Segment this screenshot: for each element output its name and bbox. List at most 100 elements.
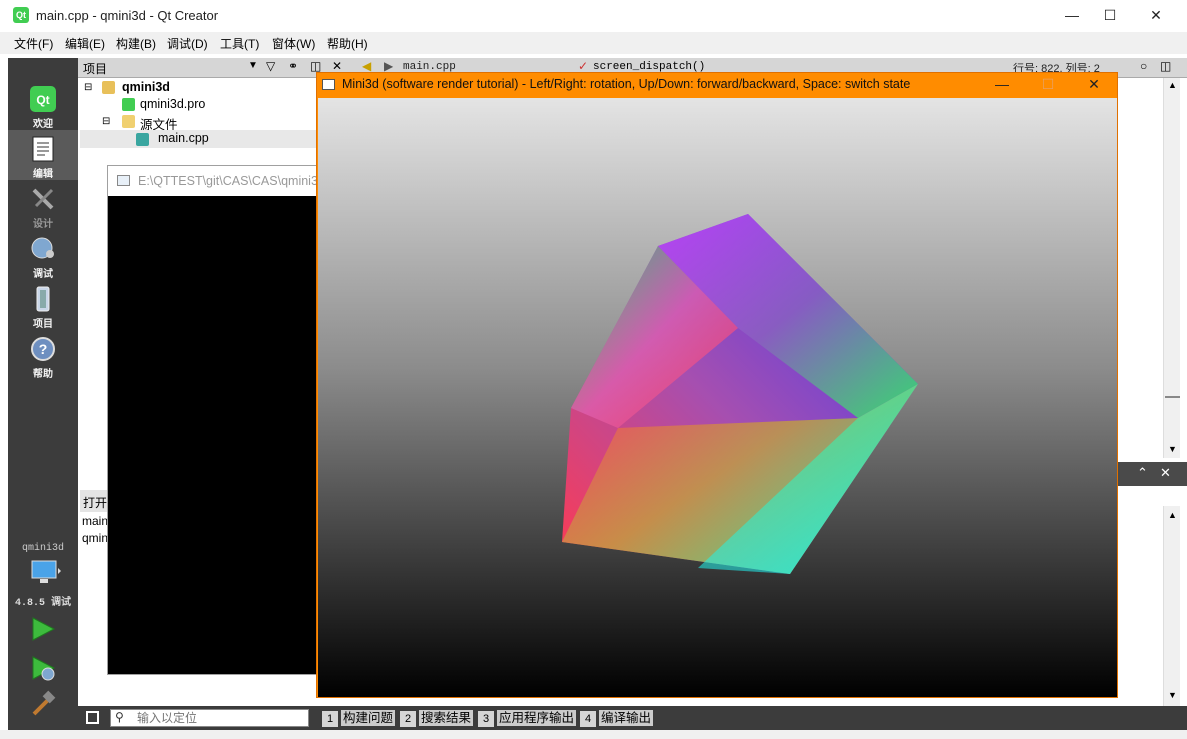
rendered-cube [562,214,918,574]
menu-window[interactable]: 窗体(W) [272,35,315,52]
function-icon: ✓ [578,59,589,73]
mini3d-window[interactable]: Mini3d (software render tutorial) - Left… [316,72,1118,698]
console-window[interactable]: E:\QTTEST\git\CAS\CAS\qmini3 [107,165,318,675]
open-document-item[interactable]: main [82,514,108,528]
run-icon[interactable] [28,615,58,643]
mode-debug[interactable]: 调试 [8,230,78,280]
output-scrollbar[interactable]: ▲ ▼ [1163,506,1180,706]
help-question-icon: ? [31,337,55,361]
close-pane-icon[interactable]: ✕ [1160,465,1171,481]
mini3d-title: Mini3d (software render tutorial) - Left… [342,77,911,91]
mode-edit[interactable]: 编辑 [8,130,78,180]
search-icon: ⚲ [115,710,124,724]
lock-icon[interactable]: ○ [1140,59,1147,73]
menu-file[interactable]: 文件(F) [14,35,53,52]
cpp-file-icon [136,133,149,146]
project-tree: ⊟ qmini3d qmini3d.pro ⊟ 源文件 main.cpp [80,78,316,178]
collapse-icon[interactable]: ⊟ [84,82,92,93]
toggle-sidebar-icon[interactable] [86,711,99,724]
back-arrow-icon[interactable]: ◀ [362,59,371,73]
console-window-icon [117,175,130,186]
pro-file-icon [122,98,135,111]
qt-welcome-icon: Qt [30,86,56,112]
output-tab-number: 4 [580,711,596,727]
menu-help[interactable]: 帮助(H) [327,35,368,52]
build-hammer-icon[interactable] [28,690,58,718]
scroll-down-icon[interactable]: ▼ [1168,444,1177,454]
svg-text:Qt: Qt [36,93,49,107]
mode-label: 调试 [33,269,53,280]
scroll-down-icon[interactable]: ▼ [1168,690,1177,700]
minimize-button[interactable]: — [979,73,1025,97]
output-tab-label: 搜索结果 [419,710,474,726]
tree-node-project[interactable]: qmini3d [122,80,170,94]
close-button[interactable]: ✕ [1071,73,1117,97]
split-icon[interactable]: ◫ [310,59,321,73]
locator-input[interactable] [137,711,307,725]
editor-scrollbar[interactable]: ▲ ▼ [1163,78,1180,458]
debug-bug-icon [31,237,54,259]
status-bar: ⚲ 1构建问题 2搜索结果 3应用程序输出 4编译输出 [78,706,1187,730]
tree-node-pro[interactable]: qmini3d.pro [140,97,205,111]
project-wrench-icon [36,286,50,312]
output-tab-label: 编译输出 [599,710,654,726]
mode-projects[interactable]: 项目 [8,280,78,330]
scroll-thumb[interactable] [1165,396,1180,398]
close-button[interactable]: ✕ [1133,0,1179,32]
window-title: main.cpp - qmini3d - Qt Creator [36,8,219,23]
mode-label: 项目 [33,319,53,330]
filter-icon[interactable]: ▽ [266,59,275,73]
output-pane-header: ⌃ ✕ [1117,462,1187,486]
design-tools-icon [32,188,54,210]
debug-run-icon[interactable] [28,654,58,682]
open-document-item[interactable]: qmin [82,531,108,545]
kit-project-name: qmini3d [21,543,64,554]
menu-debug[interactable]: 调试(D) [167,35,208,52]
menu-bar: 文件(F) 编辑(E) 构建(B) 调试(D) 工具(T) 窗体(W) 帮助(H… [0,32,1187,54]
kit-version: 4.8.5 调试 [14,598,71,609]
tree-node-main-cpp[interactable]: main.cpp [158,131,209,145]
output-tab-issues[interactable]: 1 构建问题 [322,710,396,727]
edit-document-icon [32,136,54,162]
link-icon[interactable]: ⚭ [288,59,298,73]
chevron-down-icon[interactable]: ▼ [248,60,258,71]
open-documents-list: main qmin [80,512,110,572]
menu-build[interactable]: 构建(B) [116,35,156,52]
output-tab-app-output[interactable]: 3 应用程序输出 [478,710,577,727]
output-tab-number: 3 [478,711,494,727]
mode-label: 帮助 [33,369,53,380]
svg-text:?: ? [39,341,48,357]
maximize-pane-icon[interactable]: ⌃ [1137,465,1148,481]
close-icon[interactable]: ✕ [332,59,342,73]
open-documents-header: 打开 [80,490,110,512]
mode-label: 编辑 [33,169,53,180]
forward-arrow-icon[interactable]: ▶ [384,59,393,73]
menu-tools[interactable]: 工具(T) [220,35,259,52]
collapse-icon[interactable]: ⊟ [102,116,110,127]
title-bar: Qt main.cpp - qmini3d - Qt Creator — ☐ ✕ [0,0,1187,32]
window-bottom-edge [0,730,1187,739]
maximize-button[interactable]: ☐ [1025,73,1071,97]
scroll-up-icon[interactable]: ▲ [1168,510,1177,520]
menu-edit[interactable]: 编辑(E) [65,35,105,52]
mode-design[interactable]: 设计 [8,180,78,230]
locator[interactable]: ⚲ [110,709,309,727]
mode-welcome[interactable]: Qt 欢迎 [8,80,78,130]
split-editor-icon[interactable]: ◫ [1160,59,1171,73]
output-tab-label: 应用程序输出 [497,710,577,726]
output-tab-label: 构建问题 [341,710,396,726]
project-pane-title[interactable]: 项目 [83,60,107,77]
output-tab-search[interactable]: 2 搜索结果 [400,710,474,727]
mode-label: 欢迎 [33,119,53,130]
qt-project-icon [102,81,115,94]
maximize-button[interactable]: ☐ [1087,0,1133,32]
kit-selector[interactable]: qmini3d 4.8.5 调试 [8,540,78,610]
output-tab-compile[interactable]: 4 编译输出 [580,710,654,727]
monitor-icon [31,560,61,583]
render-canvas[interactable] [318,98,1117,697]
qt-logo-icon: Qt [13,7,29,23]
scroll-up-icon[interactable]: ▲ [1168,80,1177,90]
output-tab-number: 1 [322,711,338,727]
mode-help[interactable]: ? 帮助 [8,330,78,380]
mode-label: 设计 [33,219,53,230]
